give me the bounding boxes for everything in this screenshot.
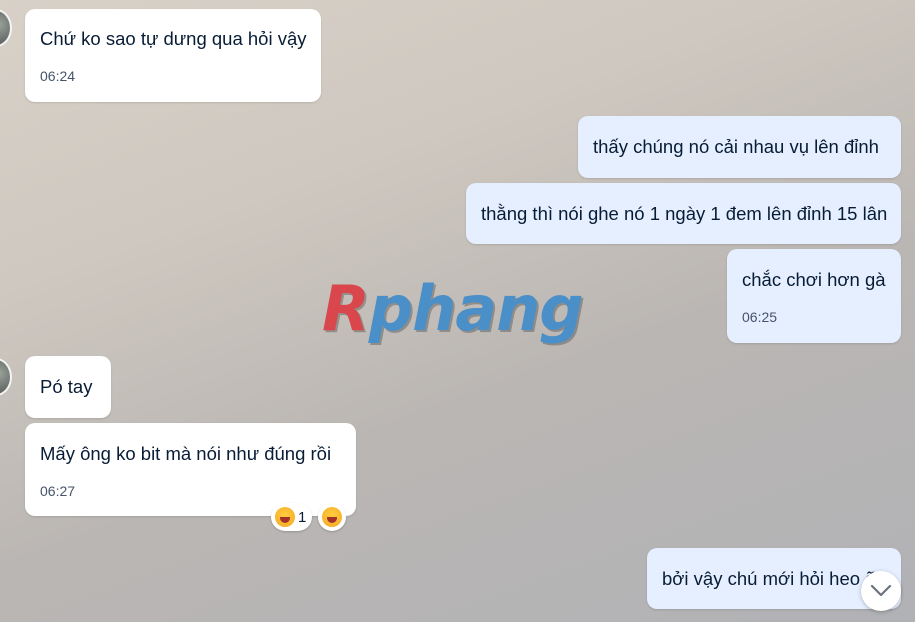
message-text: thấy chúng nó cải nhau vụ lên đỉnh bbox=[593, 136, 879, 157]
message-text: Chứ ko sao tự dưng qua hỏi vậy bbox=[40, 28, 307, 49]
chat-area: Chứ ko sao tự dưng qua hỏi vậy 06:24 thấ… bbox=[0, 0, 915, 622]
message-sent[interactable]: chắc chơi hơn gà 06:25 bbox=[727, 249, 901, 343]
message-text: thằng thì nói ghe nó 1 ngày 1 đem lên đỉ… bbox=[481, 203, 888, 224]
message-received[interactable]: Chứ ko sao tự dưng qua hỏi vậy 06:24 bbox=[25, 9, 321, 102]
message-time: 06:24 bbox=[40, 68, 76, 84]
message-text: bởi vậy chú mới hỏi heo ã bbox=[662, 568, 876, 589]
message-time: 06:25 bbox=[742, 309, 778, 325]
message-reactions: 1 bbox=[271, 503, 347, 531]
scroll-to-bottom-button[interactable] bbox=[861, 571, 901, 611]
watermark-logo: Rphang bbox=[322, 272, 584, 345]
message-text: Pó tay bbox=[40, 376, 93, 397]
contact-avatar[interactable] bbox=[0, 9, 12, 47]
message-text: Mấy ông ko bit mà nói như đúng rồi bbox=[40, 443, 332, 464]
reaction-count: 1 bbox=[298, 508, 307, 526]
chevron-down-icon bbox=[870, 584, 892, 597]
laughing-face-icon bbox=[275, 507, 295, 527]
laughing-face-icon bbox=[322, 507, 343, 527]
reaction-count-badge[interactable]: 1 bbox=[271, 503, 313, 531]
contact-avatar[interactable] bbox=[0, 358, 12, 396]
message-text: chắc chơi hơn gà bbox=[742, 269, 886, 290]
add-reaction-button[interactable] bbox=[318, 503, 347, 531]
message-received[interactable]: Pó tay bbox=[25, 356, 111, 418]
message-sent[interactable]: thằng thì nói ghe nó 1 ngày 1 đem lên đỉ… bbox=[466, 183, 901, 244]
message-time: 06:27 bbox=[40, 483, 76, 499]
message-sent[interactable]: thấy chúng nó cải nhau vụ lên đỉnh bbox=[578, 116, 901, 178]
